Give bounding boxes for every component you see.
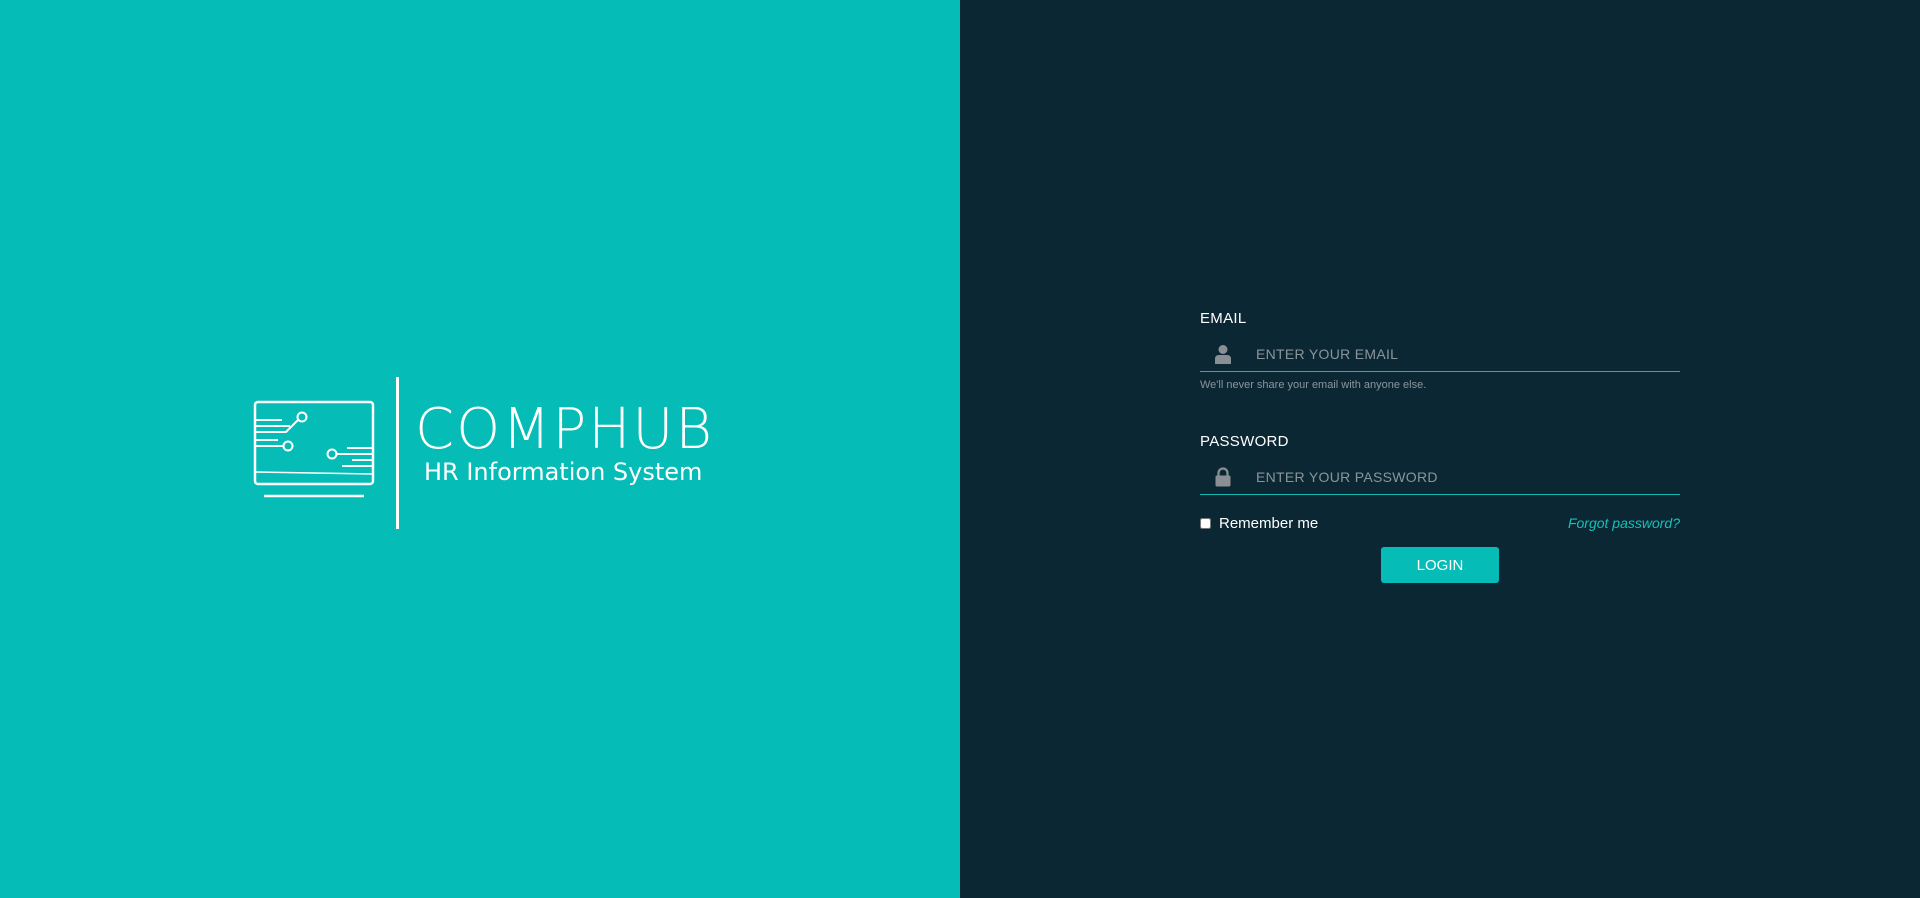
lock-icon bbox=[1200, 460, 1246, 494]
password-group: PASSWORD bbox=[1200, 433, 1680, 495]
email-input[interactable] bbox=[1246, 337, 1680, 371]
remember-me-checkbox[interactable] bbox=[1200, 517, 1211, 529]
email-help-text: We'll never share your email with anyone… bbox=[1200, 379, 1427, 391]
email-label: EMAIL bbox=[1200, 310, 1247, 327]
options-row: Remember me Forgot password? bbox=[1200, 513, 1680, 533]
login-button[interactable]: LOGIN bbox=[1381, 547, 1499, 583]
email-group: EMAIL We'll never share your email with … bbox=[1200, 310, 1680, 391]
password-label: PASSWORD bbox=[1200, 433, 1289, 450]
email-input-row bbox=[1200, 337, 1680, 372]
brand-title: COMPHUB bbox=[415, 397, 715, 462]
brand-panel: COMPHUB HR Information System bbox=[0, 0, 960, 898]
brand-subtitle: HR Information System bbox=[424, 458, 703, 486]
remember-me[interactable]: Remember me bbox=[1200, 515, 1318, 532]
login-panel: EMAIL We'll never share your email with … bbox=[960, 0, 1920, 898]
comphub-logo: COMPHUB HR Information System bbox=[252, 375, 712, 535]
logo-divider bbox=[396, 377, 399, 529]
user-icon bbox=[1200, 337, 1246, 371]
circuit-monitor-icon bbox=[253, 400, 375, 498]
password-input[interactable] bbox=[1246, 460, 1680, 494]
forgot-password-link[interactable]: Forgot password? bbox=[1568, 515, 1680, 531]
password-input-row bbox=[1200, 460, 1680, 495]
login-page: COMPHUB HR Information System EMAIL We'l… bbox=[0, 0, 1920, 898]
login-form: EMAIL We'll never share your email with … bbox=[1200, 310, 1680, 583]
remember-me-label: Remember me bbox=[1219, 514, 1319, 532]
